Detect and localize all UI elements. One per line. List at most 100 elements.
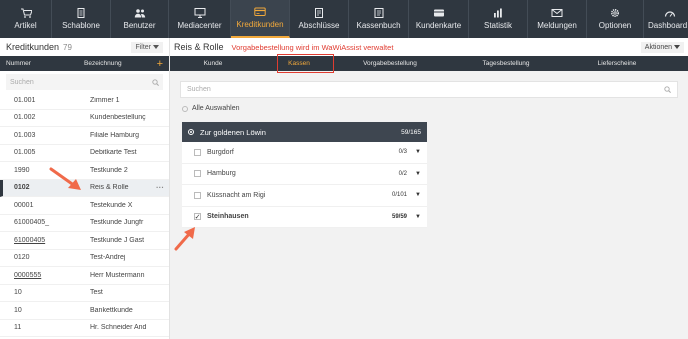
nav-kreditkunden[interactable]: Kreditkunden xyxy=(231,0,290,38)
nav-label: Statistik xyxy=(483,21,512,30)
nav-abschluesse[interactable]: Abschlüsse xyxy=(290,0,349,38)
nav-kassenbuch[interactable]: Kassenbuch xyxy=(349,0,409,38)
radio-icon[interactable] xyxy=(182,105,188,112)
table-row[interactable]: 01.005 Debitkarte Test xyxy=(0,145,169,162)
nav-schablone[interactable]: Schablone xyxy=(52,0,111,38)
checkbox[interactable] xyxy=(194,170,201,178)
filter-button[interactable]: Filter xyxy=(131,41,163,53)
top-navigation: Artikel Schablone Benutzer Mediacenter K… xyxy=(0,0,688,38)
customer-rows: 01.001 Zimmer 1 01.002 Kundenbestellunç 01… xyxy=(0,92,169,337)
chevron-down-icon[interactable]: ▼ xyxy=(415,192,421,198)
row-number: 00001 xyxy=(14,201,34,209)
nav-optionen[interactable]: Optionen xyxy=(587,0,644,38)
cart-icon xyxy=(20,8,32,18)
table-row[interactable]: 01.003 Filiale Hamburg xyxy=(0,127,169,145)
register-name: Steinhausen xyxy=(207,213,249,221)
nav-label: Kundenkarte xyxy=(415,21,462,30)
row-name: Zimmer 1 xyxy=(90,96,120,104)
book-icon xyxy=(374,8,383,18)
filter-label: Filter xyxy=(135,43,151,51)
group-header[interactable]: Zur goldenen Löwin 59/165 xyxy=(182,122,427,142)
chevron-down-icon[interactable]: ▼ xyxy=(415,149,421,155)
register-item[interactable]: Hamburg 0/2 ▼ xyxy=(182,164,427,185)
checkbox[interactable] xyxy=(194,148,201,156)
column-name[interactable]: Bezeichnung xyxy=(84,60,122,67)
nav-label: Meldungen xyxy=(537,21,577,30)
nav-mediacenter[interactable]: Mediacenter xyxy=(169,0,231,38)
table-row[interactable]: 01.001 Zimmer 1 xyxy=(0,92,169,110)
monitor-icon xyxy=(194,8,205,18)
table-row-selected[interactable]: 0102 Reis & Rolle ··· xyxy=(0,179,169,197)
chevron-down-icon[interactable]: ▼ xyxy=(415,214,421,220)
nav-label: Benutzer xyxy=(123,21,156,30)
table-row[interactable]: 61000405 Testkunde J Gast xyxy=(0,232,169,250)
annotation-arrow-icon xyxy=(174,227,195,251)
row-name: Kundenbestellunç xyxy=(90,114,146,122)
table-row[interactable]: 11 Hr. Schneider And xyxy=(0,320,169,337)
table-row[interactable]: 0120 Test-Andrej xyxy=(0,250,169,267)
table-row[interactable]: 0000555 Herr Mustermann xyxy=(0,267,169,285)
nav-label: Artikel xyxy=(14,21,37,30)
search-placeholder: Suchen xyxy=(187,86,211,93)
table-row[interactable]: 61000405_ Testkunde Jungfr xyxy=(0,215,169,232)
table-row[interactable]: 00001 Testekunde X xyxy=(0,197,169,215)
customer-list-header: Kreditkunden 79 Filter xyxy=(0,38,169,56)
row-number: 01.001 xyxy=(14,96,36,104)
dashboard-icon xyxy=(664,11,676,17)
tab-vorgabebestellung[interactable]: Vorgabebestellung xyxy=(342,60,438,67)
row-name: Testkunde J Gast xyxy=(90,236,145,244)
customer-detail-panel: Reis & Rolle Vorgabebestellung wird im W… xyxy=(170,38,688,339)
nav-dashboard[interactable]: Dashboard xyxy=(644,0,688,38)
row-number: 10 xyxy=(14,289,22,297)
select-all-option[interactable]: Alle Auswahlen xyxy=(182,105,239,112)
nav-artikel[interactable]: Artikel xyxy=(0,0,52,38)
table-row[interactable]: 01.002 Kundenbestellunç xyxy=(0,110,169,127)
checkbox[interactable] xyxy=(194,191,201,199)
radio-icon[interactable] xyxy=(188,129,194,135)
bar-chart-icon xyxy=(494,8,502,18)
checkbox-checked[interactable]: ✓ xyxy=(194,213,201,221)
row-number: 01.005 xyxy=(14,149,36,157)
chevron-down-icon xyxy=(674,44,680,49)
chevron-down-icon[interactable]: ▼ xyxy=(415,171,421,177)
row-name: Testkunde Jungfr xyxy=(90,219,144,227)
actions-button[interactable]: Aktionen xyxy=(640,41,684,53)
customer-search-input[interactable]: Suchen xyxy=(6,74,163,90)
nav-benutzer[interactable]: Benutzer xyxy=(111,0,169,38)
row-number: 61000405_ xyxy=(14,219,50,227)
column-header: Nummer Bezeichnung + xyxy=(0,56,169,71)
nav-statistik[interactable]: Statistik xyxy=(469,0,528,38)
row-number: 10 xyxy=(14,306,22,314)
table-row[interactable]: 10 Bankettkunde xyxy=(0,302,169,320)
actions-label: Aktionen xyxy=(644,43,673,51)
register-item[interactable]: Burgdorf 0/3 ▼ xyxy=(182,142,427,164)
register-item[interactable]: Küssnacht am Rigi 0/101 ▼ xyxy=(182,185,427,207)
tab-tagesbestellung[interactable]: Tagesbestellung xyxy=(438,60,574,67)
tab-kunde[interactable]: Kunde xyxy=(170,60,256,67)
tab-highlight-box xyxy=(277,54,334,73)
more-options-icon[interactable]: ··· xyxy=(156,183,164,192)
nav-kundenkarte[interactable]: Kundenkarte xyxy=(409,0,469,38)
table-row[interactable]: 1990 Testkunde 2 xyxy=(0,162,169,180)
nav-label: Mediacenter xyxy=(177,21,222,30)
register-item[interactable]: ✓ Steinhausen 59/59 ▼ xyxy=(182,207,427,228)
register-count: 0/2 xyxy=(398,170,407,177)
register-name: Hamburg xyxy=(207,170,236,178)
group-name: Zur goldenen Löwin xyxy=(200,127,266,137)
column-number[interactable]: Nummer xyxy=(6,60,84,67)
table-row[interactable]: 10 Test xyxy=(0,285,169,302)
tab-lieferscheine[interactable]: Lieferscheine xyxy=(574,60,660,67)
chevron-down-icon xyxy=(153,45,159,49)
search-placeholder: Suchen xyxy=(10,78,34,86)
add-customer-icon[interactable]: + xyxy=(157,58,163,69)
nav-meldungen[interactable]: Meldungen xyxy=(528,0,587,38)
row-name: Hr. Schneider And xyxy=(90,324,147,332)
register-search-input[interactable]: Suchen xyxy=(180,81,678,98)
row-number: 0000555 xyxy=(14,271,42,279)
nav-label: Abschlüsse xyxy=(298,21,340,30)
group-count: 59/165 xyxy=(401,128,421,136)
row-name: Bankettkunde xyxy=(90,306,133,314)
register-count: 0/101 xyxy=(391,192,407,199)
register-name: Burgdorf xyxy=(207,148,234,156)
gear-icon xyxy=(610,8,620,18)
